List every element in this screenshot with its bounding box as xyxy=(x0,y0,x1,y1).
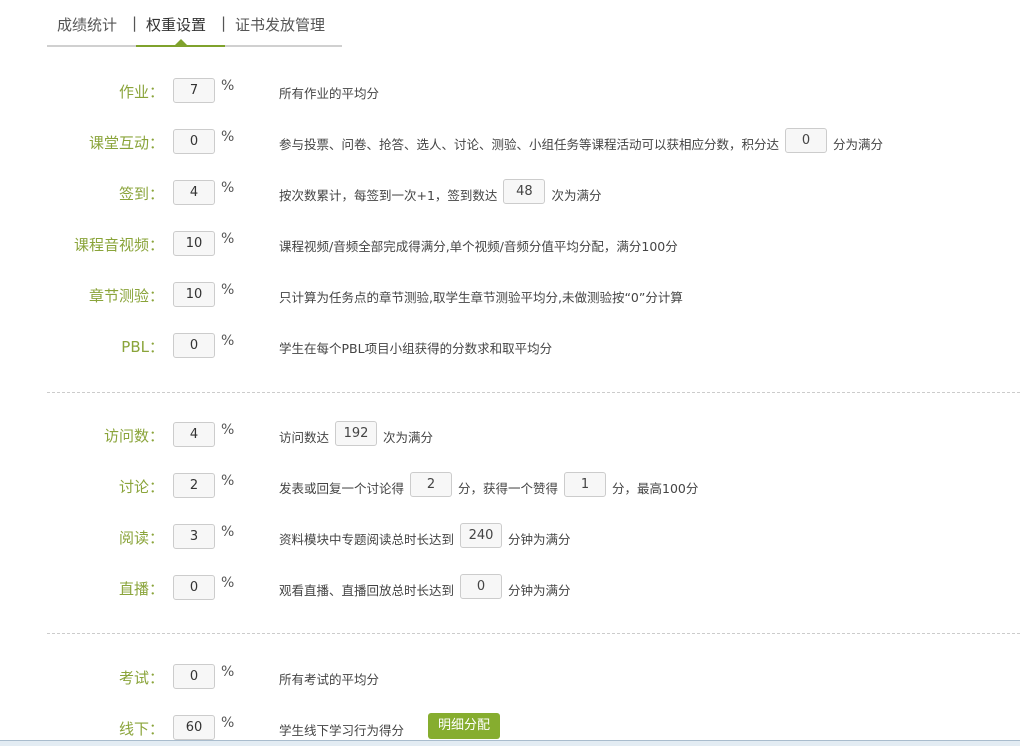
active-tab-arrow xyxy=(175,39,187,45)
weight-row-discussion: 讨论： 2 % 发表或回复一个讨论得 2 分，获得一个赞得 1 分，最高100分 xyxy=(0,472,1020,499)
description-text: 所有考试的平均分 xyxy=(279,672,380,687)
percent-sign: % xyxy=(221,78,235,94)
threshold-input[interactable]: 0 xyxy=(785,128,828,153)
tab-bar: 成绩统计 | 权重设置 | 证书发放管理 xyxy=(47,0,342,47)
weight-input[interactable]: 4 xyxy=(173,180,215,205)
threshold-input[interactable]: 0 xyxy=(460,574,503,599)
description-text: 分，获得一个赞得 xyxy=(458,481,559,496)
weight-description: 资料模块中专题阅读总时长达到 240 分钟为满分 xyxy=(279,523,571,548)
threshold-input[interactable]: 48 xyxy=(503,179,546,204)
weight-label: 课程音视频： xyxy=(73,236,164,254)
weight-description: 学生在每个PBL项目小组获得的分数求和取平均分 xyxy=(279,338,552,357)
threshold-input[interactable]: 192 xyxy=(335,421,378,446)
weight-input[interactable]: 10 xyxy=(173,282,215,307)
weight-label: 作业： xyxy=(118,83,164,101)
weight-label: 线下： xyxy=(118,720,164,738)
description-text: 分，最高100分 xyxy=(612,481,699,496)
percent-sign: % xyxy=(221,715,235,731)
percent-sign: % xyxy=(221,282,235,298)
section-divider xyxy=(47,633,1020,634)
weight-label: 阅读： xyxy=(118,529,164,547)
percent-sign: % xyxy=(221,129,235,145)
weight-row-course-media: 课程音视频： 10 % 课程视频/音频全部完成得满分,单个视频/音频分值平均分配… xyxy=(0,231,1020,257)
threshold-input[interactable]: 2 xyxy=(410,472,453,497)
description-text: 次为满分 xyxy=(383,430,434,445)
percent-sign: % xyxy=(221,575,235,591)
description-text: 学生线下学习行为得分 xyxy=(279,723,405,738)
weight-row-chapter-quiz: 章节测验： 10 % 只计算为任务点的章节测验,取学生章节测验平均分,未做测验按… xyxy=(0,282,1020,308)
weight-input[interactable]: 2 xyxy=(173,473,215,498)
status-bar xyxy=(0,740,1020,746)
description-text: 资料模块中专题阅读总时长达到 xyxy=(279,532,455,547)
description-text: 观看直播、直播回放总时长达到 xyxy=(279,583,455,598)
percent-sign: % xyxy=(221,231,235,247)
percent-sign: % xyxy=(221,333,235,349)
weight-input[interactable]: 7 xyxy=(173,78,215,103)
percent-sign: % xyxy=(221,664,235,680)
tab-weight-settings[interactable]: 权重设置 xyxy=(146,14,206,35)
weight-row-classroom-interaction: 课堂互动： 0 % 参与投票、问卷、抢答、选人、讨论、测验、小组任务等课程活动可… xyxy=(0,128,1020,155)
description-text: 按次数累计，每签到一次+1，签到数达 xyxy=(279,188,498,203)
tab-grade-stats[interactable]: 成绩统计 xyxy=(57,14,117,35)
description-text: 只计算为任务点的章节测验,取学生章节测验平均分,未做测验按“0”分计算 xyxy=(279,290,683,305)
weight-description: 观看直播、直播回放总时长达到 0 分钟为满分 xyxy=(279,574,571,599)
description-text: 分为满分 xyxy=(833,137,884,152)
percent-sign: % xyxy=(221,473,235,489)
weight-description: 学生线下学习行为得分 明细分配 xyxy=(279,712,501,739)
weight-description: 所有考试的平均分 xyxy=(279,669,379,688)
weight-description: 访问数达 192 次为满分 xyxy=(279,421,434,446)
weight-row-reading: 阅读： 3 % 资料模块中专题阅读总时长达到 240 分钟为满分 xyxy=(0,523,1020,550)
weight-label: 访问数： xyxy=(103,427,164,445)
weight-description: 按次数累计，每签到一次+1，签到数达 48 次为满分 xyxy=(279,179,602,204)
weight-label: 讨论： xyxy=(118,478,164,496)
description-text: 发表或回复一个讨论得 xyxy=(279,481,405,496)
weight-row-pbl: PBL： 0 % 学生在每个PBL项目小组获得的分数求和取平均分 xyxy=(0,333,1020,359)
weight-row-exam: 考试： 0 % 所有考试的平均分 xyxy=(0,664,1020,690)
weight-label: PBL： xyxy=(121,338,164,356)
weight-input[interactable]: 60 xyxy=(173,715,215,740)
weight-description: 参与投票、问卷、抢答、选人、讨论、测验、小组任务等课程活动可以获相应分数，积分达… xyxy=(279,128,884,153)
description-text: 访问数达 xyxy=(279,430,330,445)
weight-label: 课堂互动： xyxy=(88,134,164,152)
weight-description: 发表或回复一个讨论得 2 分，获得一个赞得 1 分，最高100分 xyxy=(279,472,699,497)
weight-row-homework: 作业： 7 % 所有作业的平均分 xyxy=(0,78,1020,104)
description-text: 参与投票、问卷、抢答、选人、讨论、测验、小组任务等课程活动可以获相应分数，积分达 xyxy=(279,137,780,152)
weight-input[interactable]: 0 xyxy=(173,333,215,358)
section-divider xyxy=(47,392,1020,393)
weight-input[interactable]: 0 xyxy=(173,664,215,689)
threshold-input[interactable]: 240 xyxy=(460,523,503,548)
percent-sign: % xyxy=(221,180,235,196)
weight-input[interactable]: 0 xyxy=(173,129,215,154)
description-text: 次为满分 xyxy=(551,188,602,203)
weight-label: 考试： xyxy=(118,669,164,687)
weight-description: 只计算为任务点的章节测验,取学生章节测验平均分,未做测验按“0”分计算 xyxy=(279,287,683,306)
weight-input[interactable]: 4 xyxy=(173,422,215,447)
weight-description: 课程视频/音频全部完成得满分,单个视频/音频分值平均分配，满分100分 xyxy=(279,236,678,255)
tab-separator: | xyxy=(221,14,227,32)
description-text: 所有作业的平均分 xyxy=(279,86,380,101)
description-text: 学生在每个PBL项目小组获得的分数求和取平均分 xyxy=(279,341,553,356)
threshold-input[interactable]: 1 xyxy=(564,472,607,497)
percent-sign: % xyxy=(221,422,235,438)
weight-row-offline: 线下： 60 % 学生线下学习行为得分 明细分配 xyxy=(0,712,1020,741)
weight-row-visits: 访问数： 4 % 访问数达 192 次为满分 xyxy=(0,421,1020,448)
weight-input[interactable]: 10 xyxy=(173,231,215,256)
description-text: 课程视频/音频全部完成得满分,单个视频/音频分值平均分配，满分100分 xyxy=(279,239,678,254)
percent-sign: % xyxy=(221,524,235,540)
weight-input[interactable]: 0 xyxy=(173,575,215,600)
tab-separator: | xyxy=(132,14,138,32)
weight-row-check-in: 签到： 4 % 按次数累计，每签到一次+1，签到数达 48 次为满分 xyxy=(0,179,1020,206)
weight-label: 直播： xyxy=(118,580,164,598)
description-text: 分钟为满分 xyxy=(508,532,571,547)
weight-label: 章节测验： xyxy=(88,287,164,305)
detail-allocation-button[interactable]: 明细分配 xyxy=(428,712,501,739)
weight-description: 所有作业的平均分 xyxy=(279,83,379,102)
weight-row-live: 直播： 0 % 观看直播、直播回放总时长达到 0 分钟为满分 xyxy=(0,574,1020,601)
weight-input[interactable]: 3 xyxy=(173,524,215,549)
tab-certificate-management[interactable]: 证书发放管理 xyxy=(235,14,325,35)
description-text: 分钟为满分 xyxy=(508,583,571,598)
weight-label: 签到： xyxy=(118,185,164,203)
active-tab-indicator xyxy=(136,45,225,47)
